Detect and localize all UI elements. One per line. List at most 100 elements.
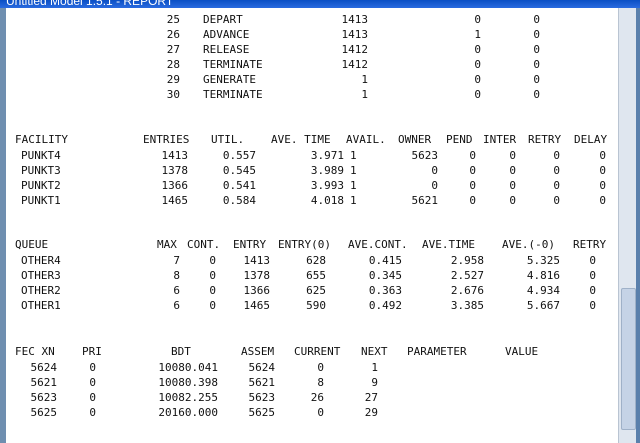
queue-header-4: ENTRY(0) bbox=[278, 238, 331, 251]
queue-cell-6: 3.385 bbox=[450, 299, 484, 312]
queue-cell-3: 1366 bbox=[243, 284, 271, 297]
fec-header-6: PARAMETER bbox=[407, 345, 467, 358]
fec-cell-5: 27 bbox=[364, 391, 378, 404]
block-entry: 1412 bbox=[341, 43, 369, 56]
block-retry: 0 bbox=[533, 28, 540, 41]
fec-cell-3: 5623 bbox=[248, 391, 276, 404]
queue-cell-5: 0.345 bbox=[368, 269, 402, 282]
facility-cell-3: 3.971 bbox=[310, 149, 344, 162]
facility-cell-0: PUNKT1 bbox=[21, 194, 61, 207]
facility-header-1: ENTRIES bbox=[143, 133, 190, 146]
report-view[interactable]: 25 DEPART 1413 0 0 26 ADVANCE 1413 1 0 27 RELEASE 14… bbox=[6, 8, 618, 443]
facility-cell-5: 5623 bbox=[411, 149, 439, 162]
fec-header-1: PRI bbox=[82, 345, 102, 358]
queue-cell-8: 0 bbox=[589, 299, 596, 312]
queue-header-2: CONT. bbox=[187, 238, 221, 251]
facility-cell-8: 0 bbox=[553, 194, 560, 207]
queue-row: OTHER4 7 0 1413 628 0.415 2.958 5.325 0 bbox=[6, 253, 618, 268]
fec-cell-1: 0 bbox=[89, 376, 96, 389]
facility-header-0: FACILITY bbox=[15, 133, 68, 146]
queue-cell-2: 0 bbox=[209, 284, 216, 297]
fec-cell-5: 1 bbox=[371, 361, 378, 374]
queue-header-5: AVE.CONT. bbox=[348, 238, 408, 251]
block-no: 27 bbox=[166, 43, 180, 56]
fec-cell-3: 5621 bbox=[248, 376, 276, 389]
facility-cell-6: 0 bbox=[469, 179, 476, 192]
block-retry: 0 bbox=[533, 43, 540, 56]
facility-row: PUNKT2 1366 0.541 3.993 1 0 0 0 0 0 bbox=[6, 178, 618, 193]
window-title-bar: Untitled Model 1.5.1 - REPORT bbox=[0, 0, 640, 8]
facility-cell-6: 0 bbox=[469, 149, 476, 162]
facility-cell-3: 3.993 bbox=[310, 179, 344, 192]
fec-header-0: FEC XN bbox=[15, 345, 55, 358]
facility-cell-9: 0 bbox=[599, 149, 606, 162]
facility-cell-8: 0 bbox=[553, 149, 560, 162]
queue-cell-2: 0 bbox=[209, 269, 216, 282]
fec-header-5: NEXT bbox=[361, 345, 388, 358]
facility-cell-0: PUNKT4 bbox=[21, 149, 61, 162]
facility-cell-5: 0 bbox=[431, 164, 438, 177]
facility-header-8: RETRY bbox=[528, 133, 562, 146]
block-type: GENERATE bbox=[203, 73, 256, 86]
fec-cell-2: 20160.000 bbox=[158, 406, 218, 419]
facility-cell-2: 0.584 bbox=[222, 194, 256, 207]
fec-row: 5624 0 10080.041 5624 0 1 bbox=[6, 360, 618, 375]
block-no: 25 bbox=[166, 13, 180, 26]
block-current: 0 bbox=[474, 13, 481, 26]
block-no: 30 bbox=[166, 88, 180, 101]
queue-row: OTHER2 6 0 1366 625 0.363 2.676 4.934 0 bbox=[6, 283, 618, 298]
facility-cell-6: 0 bbox=[469, 164, 476, 177]
block-current: 0 bbox=[474, 58, 481, 71]
fec-row: 5625 0 20160.000 5625 0 29 bbox=[6, 405, 618, 420]
facility-cell-4: 1 bbox=[350, 149, 357, 162]
fec-cell-4: 0 bbox=[317, 361, 324, 374]
queue-cell-0: OTHER3 bbox=[21, 269, 61, 282]
queue-cell-0: OTHER4 bbox=[21, 254, 61, 267]
facility-cell-9: 0 bbox=[599, 194, 606, 207]
block-type: TERMINATE bbox=[203, 88, 263, 101]
facility-cell-2: 0.541 bbox=[222, 179, 256, 192]
queue-header-1: MAX bbox=[157, 238, 177, 251]
fec-header-4: CURRENT bbox=[294, 345, 341, 358]
scrollbar-thumb[interactable] bbox=[621, 288, 636, 430]
fec-row: 5621 0 10080.398 5621 8 9 bbox=[6, 375, 618, 390]
facility-cell-4: 1 bbox=[350, 194, 357, 207]
fec-cell-0: 5621 bbox=[30, 376, 58, 389]
facility-cell-2: 0.545 bbox=[222, 164, 256, 177]
facility-cell-4: 1 bbox=[350, 164, 357, 177]
fec-cell-2: 10080.398 bbox=[158, 376, 218, 389]
fec-cell-5: 9 bbox=[371, 376, 378, 389]
queue-cell-2: 0 bbox=[209, 254, 216, 267]
block-type: DEPART bbox=[203, 13, 243, 26]
facility-cell-2: 0.557 bbox=[222, 149, 256, 162]
block-current: 1 bbox=[474, 28, 481, 41]
fec-cell-1: 0 bbox=[89, 406, 96, 419]
fec-header-3: ASSEM bbox=[241, 345, 275, 358]
fec-header: FEC XN PRI BDT ASSEM CURRENT NEXT PARAMETER VAL… bbox=[6, 344, 618, 359]
facility-cell-7: 0 bbox=[509, 194, 516, 207]
facility-cell-1: 1413 bbox=[161, 149, 189, 162]
fec-cell-1: 0 bbox=[89, 391, 96, 404]
facility-cell-8: 0 bbox=[553, 179, 560, 192]
fec-cell-3: 5624 bbox=[248, 361, 276, 374]
fec-cell-0: 5625 bbox=[30, 406, 58, 419]
fec-header-2: BDT bbox=[171, 345, 191, 358]
window-title: Untitled Model 1.5.1 - REPORT bbox=[6, 0, 174, 8]
facility-cell-3: 4.018 bbox=[310, 194, 344, 207]
fec-header-7: VALUE bbox=[505, 345, 539, 358]
facility-cell-7: 0 bbox=[509, 149, 516, 162]
queue-cell-6: 2.958 bbox=[450, 254, 484, 267]
block-row: 27 RELEASE 1412 0 0 bbox=[6, 42, 618, 57]
fec-cell-2: 10082.255 bbox=[158, 391, 218, 404]
queue-header-3: ENTRY bbox=[233, 238, 267, 251]
queue-cell-3: 1378 bbox=[243, 269, 271, 282]
block-row: 28 TERMINATE 1412 0 0 bbox=[6, 57, 618, 72]
queue-cell-6: 2.527 bbox=[450, 269, 484, 282]
queue-header-8: RETRY bbox=[573, 238, 607, 251]
vertical-scrollbar[interactable] bbox=[618, 8, 637, 443]
facility-header-5: OWNER bbox=[398, 133, 432, 146]
queue-cell-5: 0.415 bbox=[368, 254, 402, 267]
block-entry: 1412 bbox=[341, 58, 369, 71]
queue-cell-1: 6 bbox=[173, 299, 180, 312]
block-no: 26 bbox=[166, 28, 180, 41]
